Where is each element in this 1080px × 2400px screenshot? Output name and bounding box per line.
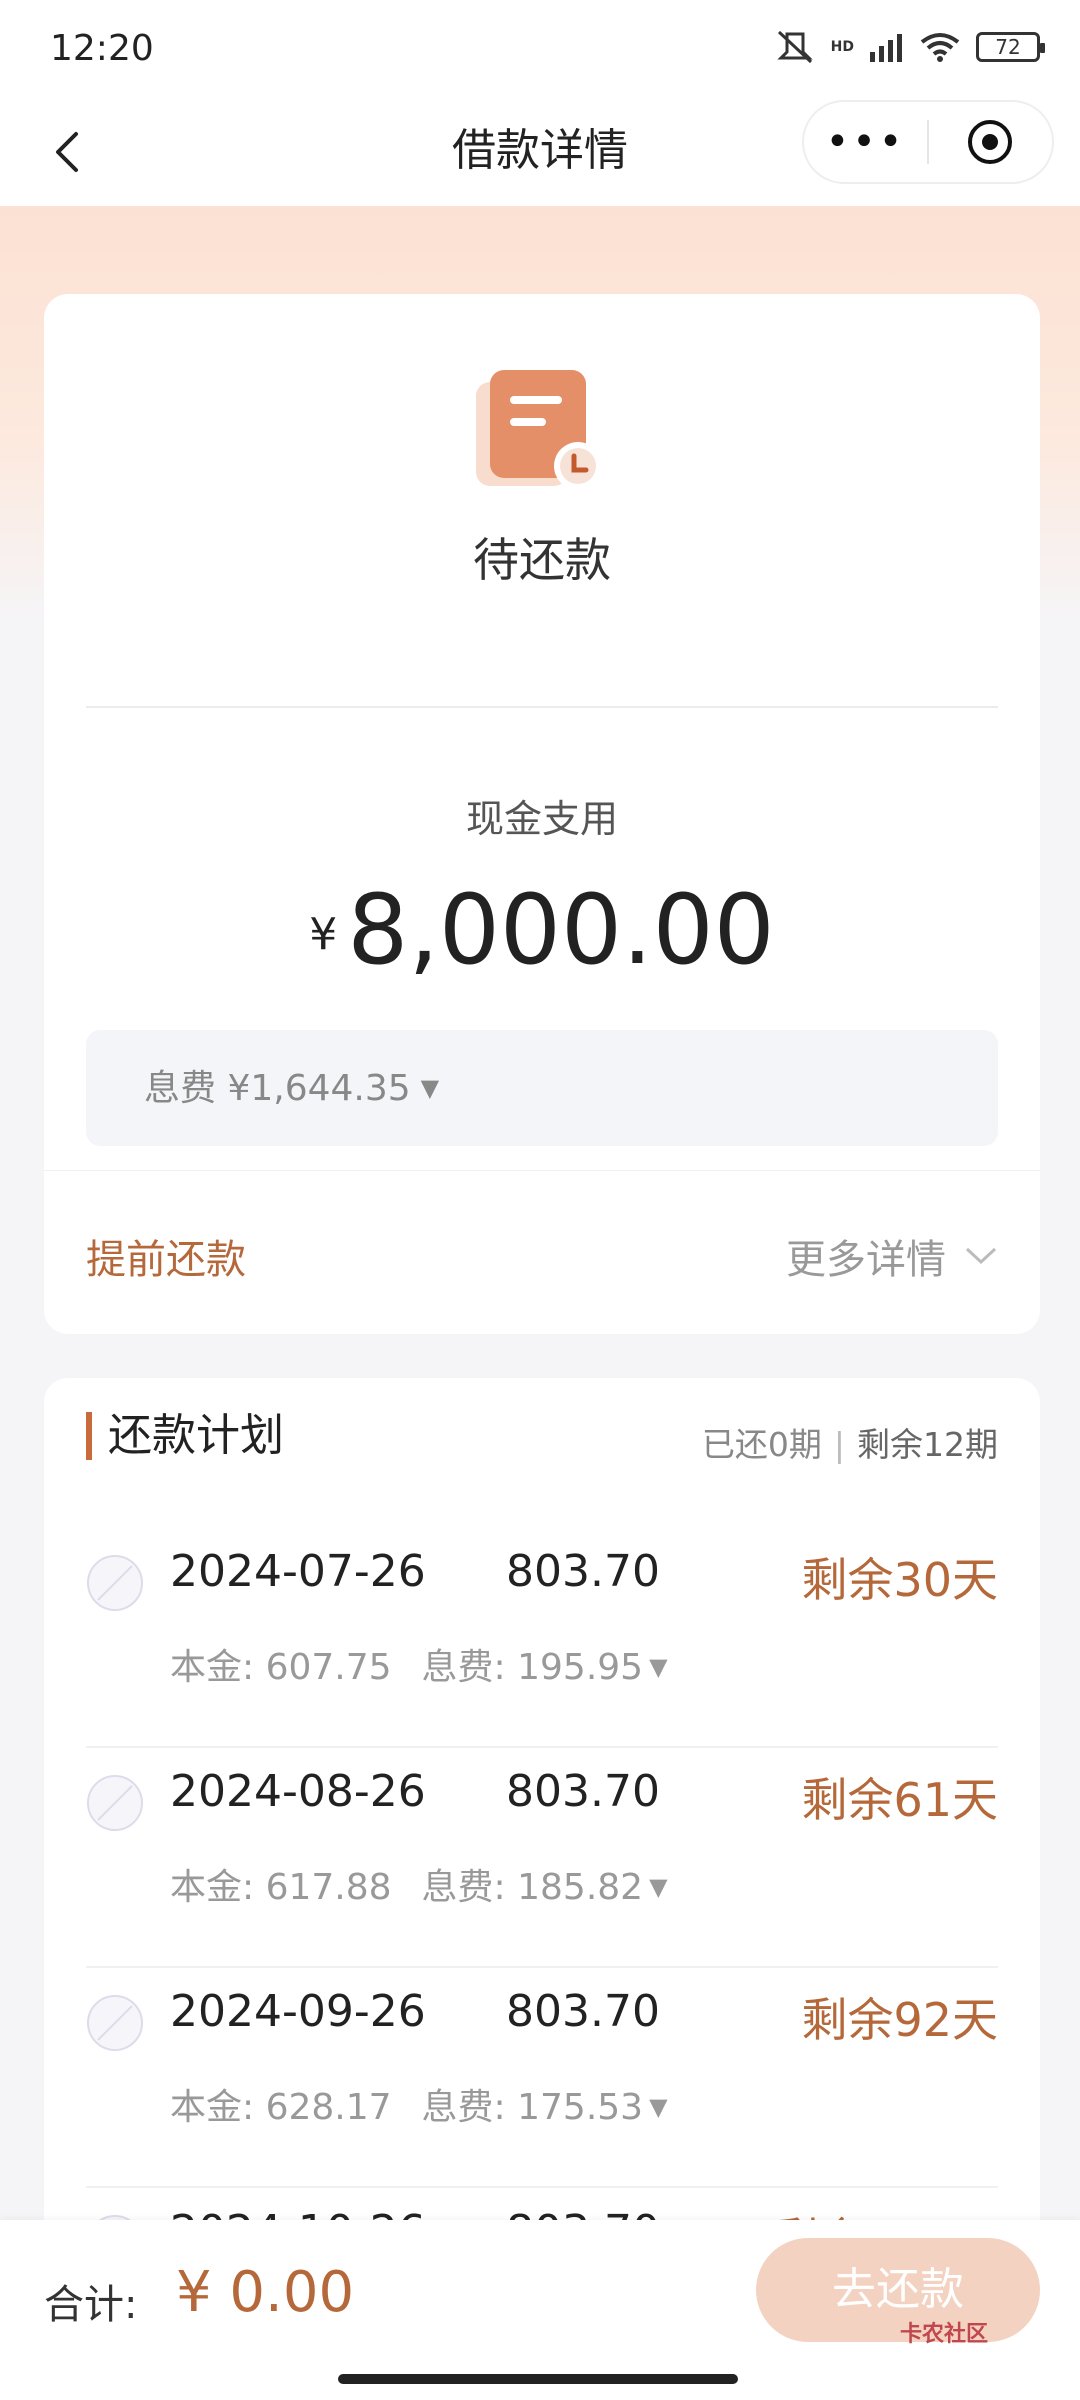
- more-details-label: 更多详情: [786, 1237, 946, 1283]
- plan-days-left: 剩余30天: [801, 1553, 998, 1607]
- prepay-link[interactable]: 提前还款: [86, 1227, 246, 1285]
- plan-days-left: 剩余61天: [801, 1773, 998, 1827]
- status-bar: 12:20 HD 72: [0, 0, 1080, 96]
- divider: [86, 706, 998, 708]
- amount-value: 8,000.00: [347, 874, 775, 986]
- plan-date: 2024-07-26: [170, 1546, 426, 1597]
- repayment-plan-card: 还款计划 已还0期 | 剩余12期 2024-07-26 803.70 剩余30天 …: [44, 1378, 1040, 2278]
- card-actions: 提前还款 更多详情: [44, 1170, 1040, 1334]
- loan-status: 待还款: [473, 533, 611, 587]
- remaining-periods: 剩余12期: [857, 1425, 998, 1464]
- fee-summary[interactable]: 息费 ¥1,644.35 ▼: [86, 1030, 998, 1146]
- caret-down-icon: ▼: [649, 1873, 668, 1901]
- plan-fee: 息费: 185.82: [421, 1867, 644, 1908]
- plan-amount: 803.70: [506, 1986, 660, 2037]
- plan-days-left: 剩余92天: [801, 1993, 998, 2047]
- total-value: ¥ 0.00: [176, 2260, 355, 2325]
- more-details-toggle[interactable]: 更多详情: [786, 1227, 998, 1285]
- fee-text: 息费 ¥1,644.35: [144, 1068, 411, 1109]
- watermark: 卡农社区: [900, 2322, 989, 2347]
- signal-icon: [870, 34, 902, 62]
- loan-amount: ¥8,000.00: [44, 874, 1040, 986]
- pending-document-icon: [476, 370, 602, 490]
- status-icons: HD 72: [775, 30, 1045, 64]
- plan-date: 2024-08-26: [170, 1766, 426, 1817]
- plan-fee: 息费: 195.95: [421, 1647, 644, 1688]
- plan-fee: 息费: 175.53: [421, 2087, 644, 2128]
- caret-down-icon: ▼: [420, 1074, 440, 1102]
- pay-button[interactable]: 去还款: [756, 2238, 1040, 2342]
- total-label: 合计:: [44, 2282, 138, 2328]
- checkbox-disabled-icon[interactable]: [86, 1994, 144, 2052]
- plan-title: 还款计划: [86, 1412, 284, 1460]
- use-type-label: 现金支用: [465, 797, 618, 841]
- caret-down-icon: ▼: [649, 1653, 668, 1681]
- checkbox-disabled-icon[interactable]: [86, 1774, 144, 1832]
- mini-program-capsule: •••: [802, 100, 1054, 184]
- paid-periods: 已还0期: [701, 1425, 822, 1464]
- plan-date: 2024-09-26: [170, 1986, 426, 2037]
- bottom-bar: 合计: ¥ 0.00 去还款 卡农社区: [0, 2220, 1080, 2400]
- caret-down-icon: ▼: [649, 2093, 668, 2121]
- status-time: 12:20: [50, 28, 154, 69]
- nav-bar: 借款详情 •••: [0, 96, 1080, 206]
- loan-summary-card: 待还款 现金支用 ¥8,000.00 息费 ¥1,644.35 ▼ 提前还款 更多…: [44, 294, 1040, 1334]
- home-indicator[interactable]: [338, 2374, 738, 2384]
- checkbox-disabled-icon[interactable]: [86, 1554, 144, 1612]
- plan-stats: 已还0期 | 剩余12期: [701, 1425, 998, 1464]
- chevron-down-icon: [965, 1247, 997, 1265]
- target-circle-icon[interactable]: [929, 102, 1052, 182]
- plan-row: 2024-09-26 803.70 剩余92天 本金: 628.17 息费: 17…: [86, 1968, 998, 2188]
- plan-breakdown[interactable]: 本金: 628.17 息费: 175.53 ▼: [170, 2078, 668, 2130]
- plan-amount: 803.70: [506, 1546, 660, 1597]
- plan-breakdown[interactable]: 本金: 617.88 息费: 185.82 ▼: [170, 1858, 668, 1910]
- plan-principal: 本金: 607.75: [170, 1647, 392, 1688]
- currency-symbol: ¥: [309, 909, 338, 960]
- plan-row: 2024-08-26 803.70 剩余61天 本金: 617.88 息费: 18…: [86, 1748, 998, 1968]
- mute-icon: [777, 30, 813, 64]
- plan-amount: 803.70: [506, 1766, 660, 1817]
- plan-principal: 本金: 628.17: [170, 2087, 392, 2128]
- battery-icon: 72: [976, 32, 1045, 62]
- network-label: HD: [830, 39, 854, 55]
- plan-breakdown[interactable]: 本金: 607.75 息费: 195.95 ▼: [170, 1638, 668, 1690]
- plan-principal: 本金: 617.88: [170, 1867, 392, 1908]
- more-dots-icon[interactable]: •••: [804, 102, 927, 182]
- plan-row: 2024-07-26 803.70 剩余30天 本金: 607.75 息费: 19…: [86, 1528, 998, 1748]
- wifi-icon: [920, 33, 960, 62]
